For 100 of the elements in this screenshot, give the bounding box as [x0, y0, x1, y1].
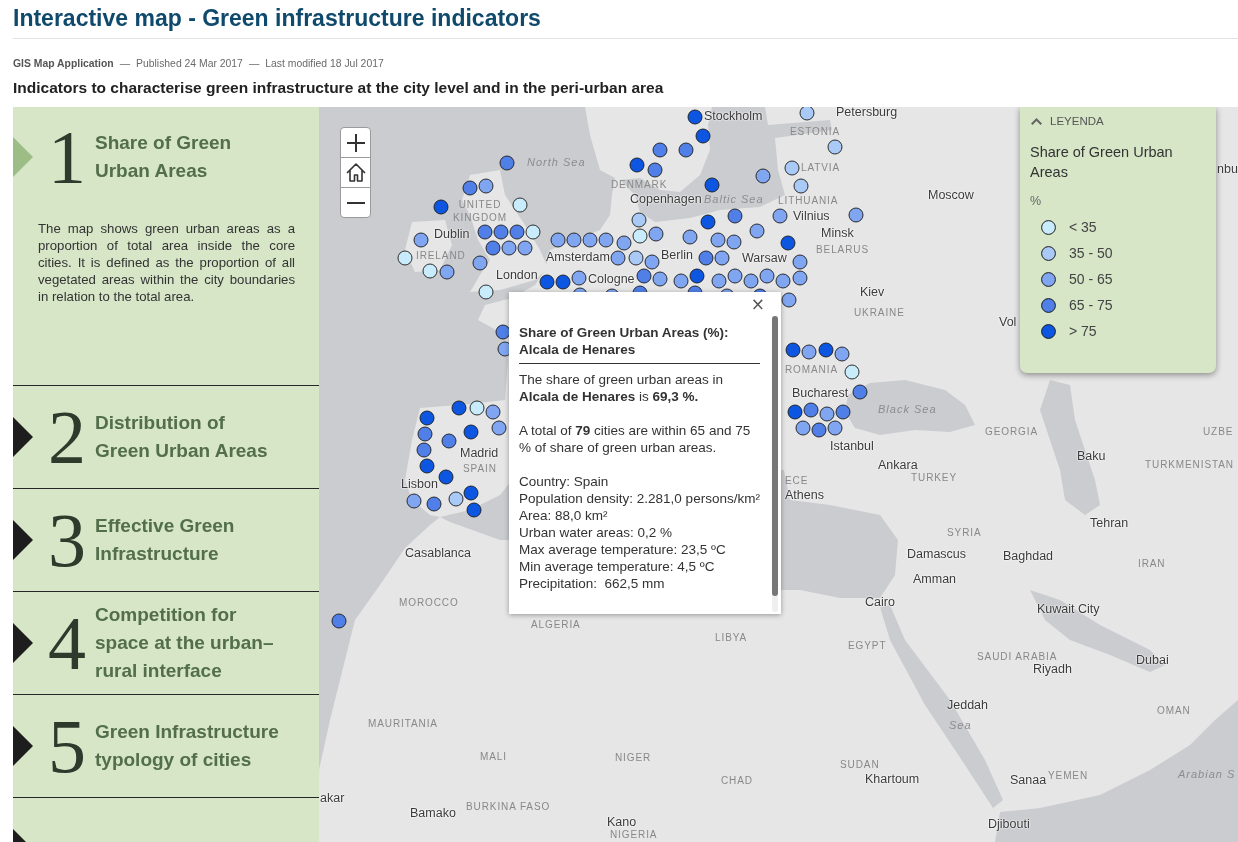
city-marker-icon[interactable] — [628, 250, 644, 266]
city-marker-icon[interactable] — [792, 270, 808, 286]
city-marker-icon[interactable] — [555, 274, 571, 290]
city-marker-icon[interactable] — [422, 263, 438, 279]
city-marker-icon[interactable] — [785, 342, 801, 358]
city-marker-icon[interactable] — [772, 208, 788, 224]
city-marker-icon[interactable] — [491, 420, 507, 436]
city-marker-icon[interactable] — [704, 177, 720, 193]
city-marker-icon[interactable] — [629, 157, 645, 173]
city-marker-icon[interactable] — [682, 229, 698, 245]
city-marker-icon[interactable] — [413, 232, 429, 248]
city-marker-icon[interactable] — [499, 155, 515, 171]
city-marker-icon[interactable] — [759, 268, 775, 284]
city-marker-icon[interactable] — [426, 496, 442, 512]
city-marker-icon[interactable] — [469, 400, 485, 416]
city-marker-icon[interactable] — [441, 433, 457, 449]
city-marker-icon[interactable] — [582, 232, 598, 248]
home-button[interactable] — [340, 157, 371, 188]
city-marker-icon[interactable] — [819, 406, 835, 422]
city-marker-icon[interactable] — [485, 240, 501, 256]
city-marker-icon[interactable] — [755, 168, 771, 184]
city-marker-icon[interactable] — [433, 199, 449, 215]
city-marker-icon[interactable] — [652, 271, 668, 287]
city-marker-icon[interactable] — [462, 180, 478, 196]
city-marker-icon[interactable] — [419, 458, 435, 474]
city-marker-icon[interactable] — [463, 424, 479, 440]
city-marker-icon[interactable] — [478, 284, 494, 300]
city-marker-icon[interactable] — [419, 410, 435, 426]
city-marker-icon[interactable] — [463, 485, 479, 501]
city-marker-icon[interactable] — [485, 404, 501, 420]
city-marker-icon[interactable] — [784, 160, 800, 176]
scrollbar[interactable] — [772, 316, 778, 612]
city-marker-icon[interactable] — [478, 178, 494, 194]
city-marker-icon[interactable] — [493, 224, 509, 240]
city-marker-icon[interactable] — [726, 234, 742, 250]
city-marker-icon[interactable] — [472, 255, 488, 271]
city-marker-icon[interactable] — [439, 264, 455, 280]
city-marker-icon[interactable] — [795, 420, 811, 436]
city-marker-icon[interactable] — [803, 402, 819, 418]
city-marker-icon[interactable] — [727, 208, 743, 224]
city-marker-icon[interactable] — [571, 270, 587, 286]
city-marker-icon[interactable] — [648, 226, 664, 242]
city-marker-icon[interactable] — [448, 491, 464, 507]
city-marker-icon[interactable] — [331, 613, 347, 629]
city-marker-icon[interactable] — [416, 442, 432, 458]
city-marker-icon[interactable] — [417, 426, 433, 442]
city-marker-icon[interactable] — [700, 214, 716, 230]
city-marker-icon[interactable] — [673, 273, 689, 289]
city-marker-icon[interactable] — [787, 404, 803, 420]
city-marker-icon[interactable] — [636, 268, 652, 284]
close-button[interactable]: × — [747, 294, 768, 314]
city-marker-icon[interactable] — [710, 232, 726, 248]
city-marker-icon[interactable] — [811, 422, 827, 438]
city-marker-icon[interactable] — [598, 232, 614, 248]
city-marker-icon[interactable] — [550, 232, 566, 248]
city-marker-icon[interactable] — [781, 292, 797, 308]
city-marker-icon[interactable] — [793, 178, 809, 194]
city-marker-icon[interactable] — [743, 273, 759, 289]
city-marker-icon[interactable] — [678, 142, 694, 158]
city-marker-icon[interactable] — [566, 232, 582, 248]
city-marker-icon[interactable] — [438, 469, 454, 485]
city-marker-icon[interactable] — [827, 139, 843, 155]
city-marker-icon[interactable] — [397, 250, 413, 266]
city-marker-icon[interactable] — [711, 273, 727, 289]
city-marker-icon[interactable] — [501, 240, 517, 256]
city-marker-icon[interactable] — [512, 197, 528, 213]
zoom-in-button[interactable] — [340, 127, 371, 158]
city-marker-icon[interactable] — [616, 235, 632, 251]
city-marker-icon[interactable] — [844, 364, 860, 380]
city-marker-icon[interactable] — [727, 268, 743, 284]
city-marker-icon[interactable] — [792, 254, 808, 270]
city-marker-icon[interactable] — [848, 207, 864, 223]
city-marker-icon[interactable] — [834, 346, 850, 362]
city-marker-icon[interactable] — [509, 224, 525, 240]
city-marker-icon[interactable] — [517, 240, 533, 256]
city-marker-icon[interactable] — [799, 107, 815, 121]
city-marker-icon[interactable] — [466, 502, 482, 518]
city-marker-icon[interactable] — [827, 420, 843, 436]
city-marker-icon[interactable] — [695, 128, 711, 144]
city-marker-icon[interactable] — [714, 250, 730, 266]
city-marker-icon[interactable] — [525, 224, 541, 240]
zoom-out-button[interactable] — [340, 187, 371, 218]
city-marker-icon[interactable] — [780, 235, 796, 251]
city-marker-icon[interactable] — [451, 400, 467, 416]
city-marker-icon[interactable] — [406, 493, 422, 509]
city-marker-icon[interactable] — [818, 342, 834, 358]
city-marker-icon[interactable] — [610, 250, 626, 266]
city-marker-icon[interactable] — [775, 273, 791, 289]
city-marker-icon[interactable] — [801, 344, 817, 360]
city-marker-icon[interactable] — [687, 109, 703, 125]
city-marker-icon[interactable] — [852, 384, 868, 400]
city-marker-icon[interactable] — [698, 250, 714, 266]
city-marker-icon[interactable] — [835, 404, 851, 420]
city-marker-icon[interactable] — [689, 268, 705, 284]
city-marker-icon[interactable] — [632, 228, 648, 244]
legend-toggle[interactable]: LEYENDA — [1030, 113, 1104, 129]
city-marker-icon[interactable] — [749, 223, 765, 239]
city-marker-icon[interactable] — [477, 224, 493, 240]
city-marker-icon[interactable] — [647, 162, 663, 178]
city-marker-icon[interactable] — [495, 324, 511, 340]
